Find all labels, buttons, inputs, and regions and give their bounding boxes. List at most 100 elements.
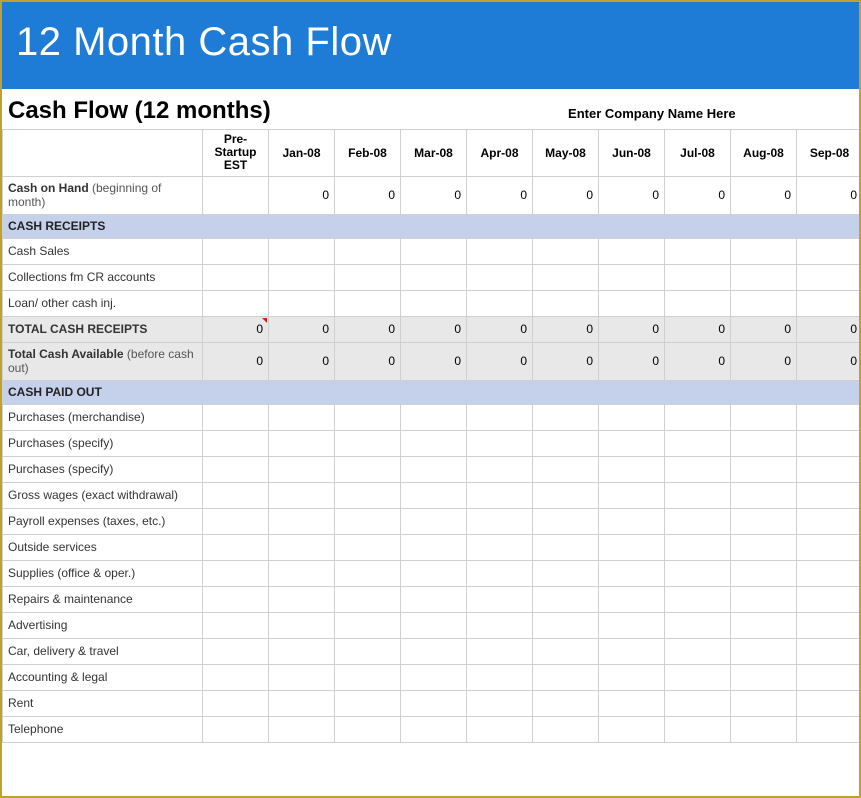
cell[interactable] [203,560,269,586]
cell[interactable]: 0 [335,176,401,214]
cell[interactable] [731,238,797,264]
cell[interactable] [731,430,797,456]
cell[interactable] [269,716,335,742]
cell[interactable] [731,456,797,482]
cell[interactable] [401,638,467,664]
cell[interactable] [335,586,401,612]
cell[interactable]: 0 [731,316,797,342]
cell[interactable] [269,586,335,612]
cell[interactable] [533,238,599,264]
cell[interactable] [665,456,731,482]
cell[interactable] [401,430,467,456]
cell[interactable] [665,612,731,638]
cell[interactable] [467,690,533,716]
cell[interactable] [665,404,731,430]
cell[interactable] [665,482,731,508]
cell[interactable] [335,664,401,690]
cell[interactable] [401,456,467,482]
cell[interactable] [467,264,533,290]
cell[interactable]: 0 [599,316,665,342]
cell[interactable] [269,404,335,430]
cell[interactable] [203,534,269,560]
cell[interactable] [467,612,533,638]
cell[interactable]: 0 [665,176,731,214]
cell[interactable] [533,482,599,508]
cell[interactable] [203,176,269,214]
cell[interactable] [401,716,467,742]
cell[interactable] [203,690,269,716]
cell[interactable] [797,290,861,316]
cell[interactable]: 0 [203,342,269,380]
cell[interactable] [203,638,269,664]
cell[interactable]: 0 [401,316,467,342]
cell[interactable] [269,560,335,586]
cell[interactable] [533,690,599,716]
cell[interactable] [269,456,335,482]
cell[interactable] [731,404,797,430]
cell[interactable] [731,290,797,316]
cell[interactable] [401,586,467,612]
cell[interactable] [467,430,533,456]
cell[interactable] [533,716,599,742]
cell[interactable] [467,664,533,690]
cell[interactable] [401,508,467,534]
cell[interactable] [203,612,269,638]
cell[interactable] [665,690,731,716]
cell[interactable] [797,456,861,482]
cell[interactable] [665,534,731,560]
cell[interactable] [401,290,467,316]
cell[interactable] [269,612,335,638]
cell[interactable]: 0 [269,316,335,342]
cell[interactable]: 0 [467,316,533,342]
cell[interactable] [335,430,401,456]
cell[interactable] [599,612,665,638]
cell[interactable]: 0 [599,176,665,214]
cell[interactable] [335,404,401,430]
cell[interactable] [203,586,269,612]
cell[interactable] [731,508,797,534]
cell[interactable] [665,290,731,316]
cell[interactable] [599,664,665,690]
cell[interactable] [797,586,861,612]
cell[interactable]: 0 [797,176,861,214]
cell[interactable] [731,690,797,716]
cell[interactable] [533,404,599,430]
cell[interactable] [533,264,599,290]
cell[interactable] [401,560,467,586]
cell[interactable] [269,430,335,456]
cell[interactable] [599,238,665,264]
cell[interactable] [599,456,665,482]
cell[interactable] [467,290,533,316]
cell[interactable] [533,456,599,482]
cell[interactable] [467,482,533,508]
cell[interactable] [335,690,401,716]
cell[interactable] [203,430,269,456]
cell[interactable] [599,534,665,560]
cell[interactable] [797,482,861,508]
cell[interactable] [731,560,797,586]
cell[interactable] [599,430,665,456]
cell[interactable] [533,560,599,586]
cell[interactable] [797,430,861,456]
cell[interactable] [665,264,731,290]
cell[interactable]: 0 [533,342,599,380]
cell[interactable]: 0 [269,342,335,380]
cell[interactable] [731,264,797,290]
cell[interactable] [335,238,401,264]
cell[interactable] [599,638,665,664]
cell[interactable] [797,638,861,664]
cell[interactable]: 0 [269,176,335,214]
cell[interactable] [533,586,599,612]
cell[interactable]: 0 [467,342,533,380]
cell[interactable]: 0 [665,316,731,342]
cell[interactable] [665,716,731,742]
cell[interactable] [467,716,533,742]
cell[interactable] [335,482,401,508]
cell[interactable] [203,264,269,290]
cell[interactable]: 0 [797,316,861,342]
cell[interactable] [599,404,665,430]
cell[interactable] [401,690,467,716]
cell[interactable] [269,664,335,690]
cell[interactable] [401,612,467,638]
cell[interactable] [269,638,335,664]
